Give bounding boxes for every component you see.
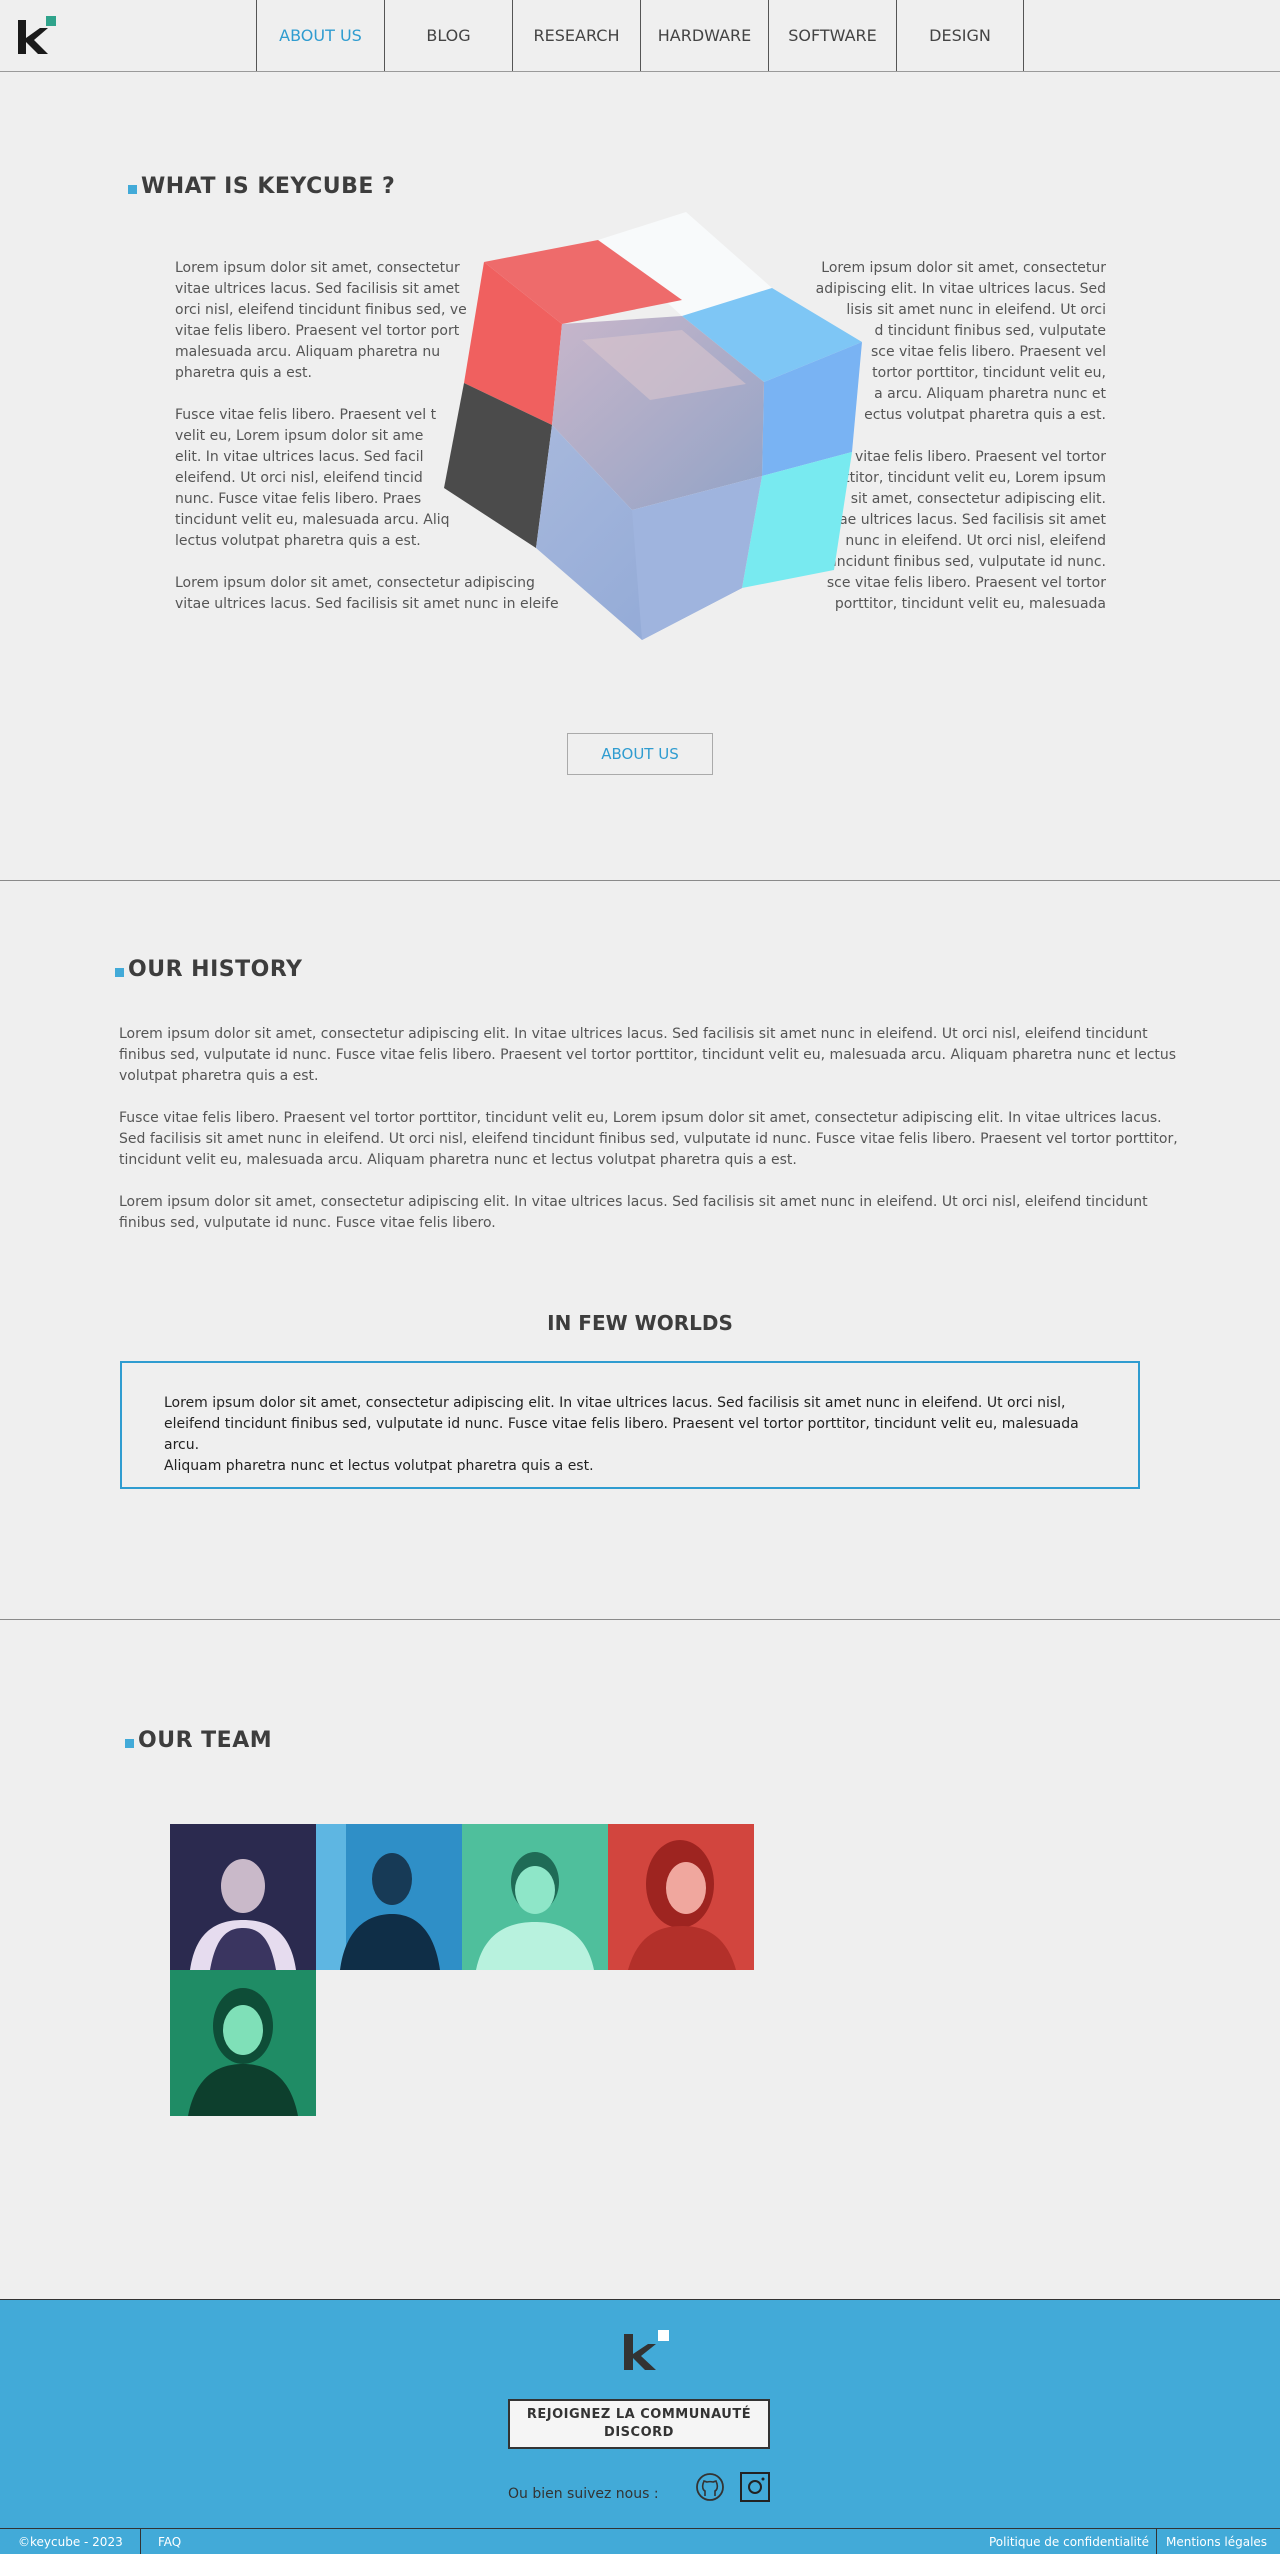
history-para-3: Lorem ipsum dolor sit amet, consectetur … bbox=[119, 1192, 1148, 1234]
legal-notice-link[interactable]: Mentions légales bbox=[1166, 2535, 1267, 2549]
text-line: Lorem ipsum dolor sit amet, consectetur bbox=[175, 260, 460, 276]
text-line: pharetra quis a est. bbox=[175, 365, 312, 381]
text-line: elit. In vitae ultrices lacus. Sed facil bbox=[175, 449, 424, 465]
heading-square-icon bbox=[115, 968, 124, 977]
team-member-photo[interactable] bbox=[608, 1824, 754, 1970]
site-footer: REJOIGNEZ LA COMMUNAUTÉ DISCORD Ou bien … bbox=[0, 2299, 1280, 2554]
text-line: lectus volutpat pharetra quis a est. bbox=[175, 533, 421, 549]
keycube-cube-image bbox=[444, 212, 862, 640]
text-line: malesuada arcu. Aliquam pharetra nu bbox=[175, 344, 441, 360]
section-divider bbox=[0, 1619, 1280, 1620]
text-line: Lorem ipsum dolor sit amet, consectetur … bbox=[119, 1194, 1148, 1210]
text-line: Sed facilisis sit amet nunc in eleifend.… bbox=[119, 1131, 1178, 1147]
text-line: nunc. Fusce vitae felis libero. Praes bbox=[175, 491, 422, 507]
text-line: eleifend tincidunt finibus sed, vulputat… bbox=[164, 1416, 1079, 1453]
text-line: orci nisl, eleifend tincidunt finibus se… bbox=[175, 302, 467, 318]
text-line: finibus sed, vulputate id nunc. Fusce vi… bbox=[119, 1215, 496, 1231]
team-member-photo[interactable] bbox=[316, 1824, 462, 1970]
nav-item-hardware[interactable]: HARDWARE bbox=[640, 0, 768, 71]
text-line: velit eu, Lorem ipsum dolor sit ame bbox=[175, 428, 424, 444]
text-line: vitae felis libero. Praesent vel tortor … bbox=[175, 323, 460, 339]
privacy-policy-link[interactable]: Politique de confidentialité bbox=[989, 2535, 1149, 2549]
text-line: Fusce vitae felis libero. Praesent vel t… bbox=[119, 1110, 1162, 1126]
nav-menu: ABOUT US BLOG RESEARCH HARDWARE SOFTWARE… bbox=[256, 0, 1024, 71]
heading-text: WHAT IS KEYCUBE ? bbox=[141, 174, 396, 199]
heading-text: OUR TEAM bbox=[138, 1728, 273, 1753]
nav-item-design[interactable]: DESIGN bbox=[896, 0, 1024, 71]
button-label: REJOIGNEZ LA COMMUNAUTÉ bbox=[526, 2407, 752, 2422]
text-line: tincidunt velit eu, malesuada arcu. Aliq… bbox=[119, 1152, 797, 1168]
faq-link[interactable]: FAQ bbox=[158, 2535, 181, 2549]
divider bbox=[140, 2529, 141, 2554]
keycube-logo[interactable] bbox=[18, 16, 58, 56]
portrait-image bbox=[170, 1824, 316, 1970]
nav-item-blog[interactable]: BLOG bbox=[384, 0, 512, 71]
our-history-heading: OUR HISTORY bbox=[115, 957, 303, 982]
heading-square-icon bbox=[125, 1739, 134, 1748]
team-member-photo[interactable] bbox=[170, 1824, 316, 1970]
instagram-icon[interactable] bbox=[739, 2471, 771, 2503]
copyright-text: ©keycube - 2023 bbox=[18, 2535, 123, 2549]
text-line: finibus sed, vulputate id nunc. Fusce vi… bbox=[119, 1047, 1177, 1063]
team-member-photo[interactable] bbox=[462, 1824, 608, 1970]
text-line: Lorem ipsum dolor sit amet, consectetur … bbox=[164, 1395, 1066, 1411]
portrait-image bbox=[608, 1824, 754, 1970]
divider bbox=[1156, 2529, 1157, 2554]
portrait-image bbox=[170, 1970, 316, 2116]
section-divider bbox=[0, 880, 1280, 881]
team-member-photo[interactable] bbox=[170, 1970, 316, 2116]
footer-bottom-bar: ©keycube - 2023 FAQ Politique de confide… bbox=[0, 2528, 1280, 2554]
heading-square-icon bbox=[128, 185, 137, 194]
keycube-logo[interactable] bbox=[622, 2330, 670, 2372]
top-navbar: ABOUT US BLOG RESEARCH HARDWARE SOFTWARE… bbox=[0, 0, 1280, 72]
join-discord-button[interactable]: REJOIGNEZ LA COMMUNAUTÉ DISCORD bbox=[508, 2399, 770, 2449]
our-team-heading: OUR TEAM bbox=[125, 1728, 272, 1753]
nav-item-about-us[interactable]: ABOUT US bbox=[256, 0, 384, 71]
in-few-worlds-heading: IN FEW WORLDS bbox=[547, 1311, 733, 1335]
what-is-keycube-heading: WHAT IS KEYCUBE ? bbox=[128, 174, 395, 199]
what-left-para-1: Lorem ipsum dolor sit amet, consectetur … bbox=[175, 258, 467, 384]
text-line: Fusce vitae felis libero. Praesent vel t bbox=[175, 407, 437, 423]
text-line: tincidunt velit eu, malesuada arcu. Aliq bbox=[175, 512, 450, 528]
nav-item-research[interactable]: RESEARCH bbox=[512, 0, 640, 71]
about-us-button[interactable]: ABOUT US bbox=[567, 733, 713, 775]
text-line: Lorem ipsum dolor sit amet, consectetur … bbox=[119, 1026, 1148, 1042]
text-line: volutpat pharetra quis a est. bbox=[119, 1068, 319, 1084]
heading-text: OUR HISTORY bbox=[128, 957, 303, 982]
nav-item-software[interactable]: SOFTWARE bbox=[768, 0, 896, 71]
github-icon[interactable] bbox=[694, 2471, 726, 2503]
text-line: Aliquam pharetra nunc et lectus volutpat… bbox=[164, 1458, 594, 1474]
summary-quote-box: Lorem ipsum dolor sit amet, consectetur … bbox=[120, 1361, 1140, 1489]
text-line: vitae ultrices lacus. Sed facilisis sit … bbox=[175, 281, 460, 297]
history-para-2: Fusce vitae felis libero. Praesent vel t… bbox=[119, 1108, 1178, 1171]
button-label: DISCORD bbox=[604, 2425, 674, 2440]
portrait-image bbox=[462, 1824, 608, 1970]
what-left-para-2: Fusce vitae felis libero. Praesent vel t… bbox=[175, 405, 450, 552]
text-line: eleifend. Ut orci nisl, eleifend tincid bbox=[175, 470, 423, 486]
history-para-1: Lorem ipsum dolor sit amet, consectetur … bbox=[119, 1024, 1176, 1087]
follow-us-text: Ou bien suivez nous : bbox=[508, 2486, 659, 2502]
portrait-image bbox=[316, 1824, 462, 1970]
